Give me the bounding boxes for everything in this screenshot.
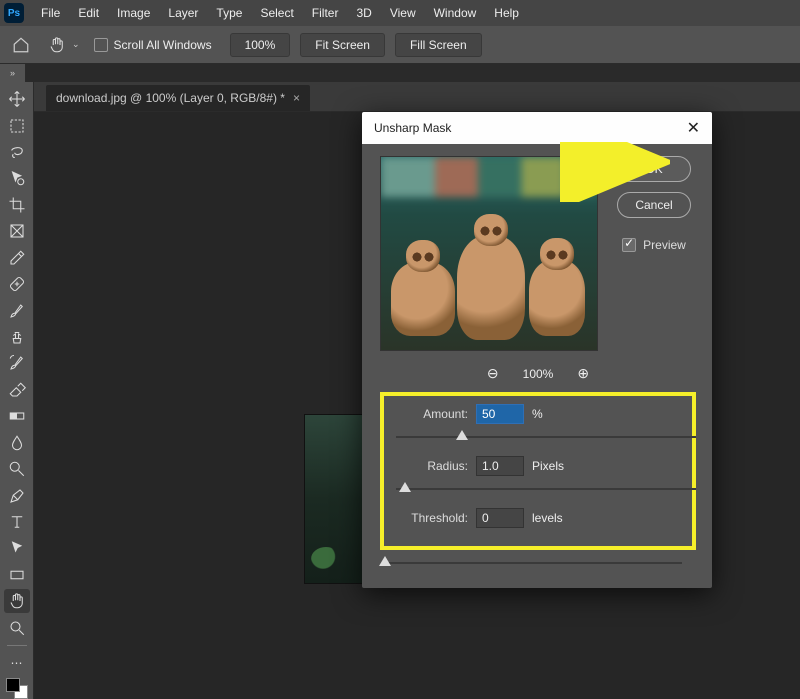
eraser-tool[interactable] bbox=[4, 378, 30, 402]
marquee-tool[interactable] bbox=[4, 113, 30, 137]
menu-filter[interactable]: Filter bbox=[303, 0, 348, 26]
menu-image[interactable]: Image bbox=[108, 0, 159, 26]
move-tool[interactable] bbox=[4, 87, 30, 111]
eyedropper-tool[interactable] bbox=[4, 246, 30, 270]
clone-tool[interactable] bbox=[4, 325, 30, 349]
history-brush-tool[interactable] bbox=[4, 351, 30, 375]
amount-slider[interactable] bbox=[396, 428, 696, 446]
document-tab-title: download.jpg @ 100% (Layer 0, RGB/8#) * bbox=[56, 91, 285, 105]
parameters-highlight: Amount: 50 % Radius: 1.0 Pixels Threshol… bbox=[380, 392, 696, 550]
menu-type[interactable]: Type bbox=[207, 0, 251, 26]
menu-select[interactable]: Select bbox=[251, 0, 302, 26]
zoom-field[interactable]: 100% bbox=[230, 33, 291, 57]
app-logo: Ps bbox=[4, 3, 24, 23]
threshold-unit: levels bbox=[532, 511, 563, 525]
zoom-out-icon[interactable]: ⊖ bbox=[487, 365, 499, 382]
document-tab-bar: download.jpg @ 100% (Layer 0, RGB/8#) * … bbox=[34, 82, 800, 112]
close-tab-icon[interactable]: × bbox=[293, 91, 300, 105]
crop-tool[interactable] bbox=[4, 193, 30, 217]
document-tab[interactable]: download.jpg @ 100% (Layer 0, RGB/8#) * … bbox=[46, 85, 310, 111]
hand-tool-icon[interactable] bbox=[46, 34, 68, 56]
scroll-all-checkbox[interactable] bbox=[94, 38, 108, 52]
pen-tool[interactable] bbox=[4, 483, 30, 507]
brush-tool[interactable] bbox=[4, 298, 30, 322]
menu-3d[interactable]: 3D bbox=[347, 0, 380, 26]
cancel-button[interactable]: Cancel bbox=[617, 192, 691, 218]
preview-checkbox[interactable] bbox=[622, 238, 636, 252]
frame-tool[interactable] bbox=[4, 219, 30, 243]
radius-label: Radius: bbox=[396, 459, 468, 473]
gradient-tool[interactable] bbox=[4, 404, 30, 428]
rectangle-tool[interactable] bbox=[4, 563, 30, 587]
edit-toolbar-button[interactable]: ⋯ bbox=[4, 651, 30, 675]
unsharp-mask-dialog: Unsharp Mask ✕ OK Cancel Preview ⊖ 100% … bbox=[362, 112, 712, 588]
zoom-tool[interactable] bbox=[4, 615, 30, 639]
lasso-tool[interactable] bbox=[4, 140, 30, 164]
collapse-toggle[interactable]: » bbox=[0, 64, 26, 82]
dialog-titlebar[interactable]: Unsharp Mask ✕ bbox=[362, 112, 712, 144]
radius-slider[interactable] bbox=[396, 480, 696, 498]
menu-layer[interactable]: Layer bbox=[159, 0, 207, 26]
options-bar: ⌄ Scroll All Windows 100% Fit Screen Fil… bbox=[0, 26, 800, 64]
tool-preset-dropdown[interactable]: ⌄ bbox=[72, 39, 80, 50]
menu-window[interactable]: Window bbox=[425, 0, 486, 26]
menu-edit[interactable]: Edit bbox=[69, 0, 108, 26]
amount-input[interactable]: 50 bbox=[476, 404, 524, 424]
blur-tool[interactable] bbox=[4, 430, 30, 454]
dialog-title: Unsharp Mask bbox=[374, 121, 451, 135]
zoom-in-icon[interactable]: ⊕ bbox=[577, 365, 589, 382]
threshold-slider[interactable] bbox=[382, 554, 682, 572]
threshold-input[interactable]: 0 bbox=[476, 508, 524, 528]
close-icon[interactable]: ✕ bbox=[687, 118, 700, 138]
fill-screen-button[interactable]: Fill Screen bbox=[395, 33, 482, 57]
fit-screen-button[interactable]: Fit Screen bbox=[300, 33, 385, 57]
quick-select-tool[interactable] bbox=[4, 166, 30, 190]
scroll-all-label: Scroll All Windows bbox=[114, 38, 212, 52]
healing-tool[interactable] bbox=[4, 272, 30, 296]
amount-unit: % bbox=[532, 407, 543, 421]
amount-label: Amount: bbox=[396, 407, 468, 421]
toolbox: ⋯ bbox=[0, 82, 34, 699]
dodge-tool[interactable] bbox=[4, 457, 30, 481]
menu-view[interactable]: View bbox=[381, 0, 425, 26]
radius-input[interactable]: 1.0 bbox=[476, 456, 524, 476]
menu-file[interactable]: File bbox=[32, 0, 69, 26]
ok-button[interactable]: OK bbox=[617, 156, 691, 182]
color-swatch[interactable] bbox=[6, 678, 28, 699]
preview-zoom-value[interactable]: 100% bbox=[523, 367, 554, 381]
path-select-tool[interactable] bbox=[4, 536, 30, 560]
type-tool[interactable] bbox=[4, 510, 30, 534]
preview-label: Preview bbox=[643, 238, 686, 252]
home-button[interactable] bbox=[10, 34, 32, 56]
hand-tool[interactable] bbox=[4, 589, 30, 613]
preview-thumbnail[interactable] bbox=[380, 156, 598, 351]
menu-bar: Ps File Edit Image Layer Type Select Fil… bbox=[0, 0, 800, 26]
menu-help[interactable]: Help bbox=[485, 0, 528, 26]
radius-unit: Pixels bbox=[532, 459, 564, 473]
threshold-label: Threshold: bbox=[396, 511, 468, 525]
